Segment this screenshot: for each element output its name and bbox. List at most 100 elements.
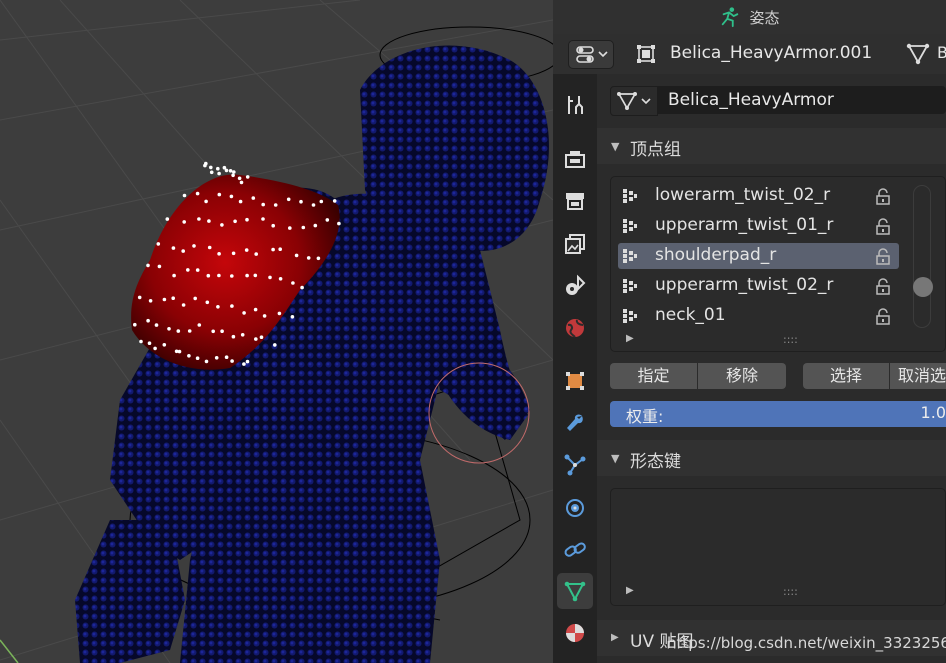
properties-header: Belica_HeavyArmor.001 B [553,34,946,75]
vertex-dot [146,263,150,268]
vertex-dot [156,242,161,246]
select-button[interactable]: 选择 [803,363,889,389]
unlock-icon[interactable] [874,277,892,295]
mesh-data-icon [617,92,651,110]
vertex-dot [254,337,258,341]
vertex-dot [231,334,236,339]
physics-icon [566,499,584,517]
remove-button[interactable]: 移除 [698,363,786,389]
vertex-group-icon [623,219,637,233]
3d-viewport[interactable] [0,0,553,663]
tab-data[interactable] [557,573,593,609]
list-options-arrow-icon[interactable]: ▶ [626,585,634,596]
tab-render[interactable] [557,141,593,177]
vertex-dot [167,327,171,331]
vertex-dot [286,197,291,202]
tab-tool[interactable] [557,87,593,123]
vertex-dot [288,226,292,230]
mesh-name-field[interactable]: Belica_HeavyArmor [657,86,946,114]
editor-type-dropdown[interactable] [568,40,614,69]
vertex-dot [228,169,233,173]
vertex-dot [253,273,258,278]
vertex-dot [273,203,278,207]
vertex-group-name[interactable]: neck_01 [655,305,726,325]
list-scroll-knob[interactable] [913,277,933,297]
tab-output[interactable] [557,183,593,219]
vertex-group-item[interactable]: upperarm_twist_01_r [618,213,899,239]
tab-modifier[interactable] [557,405,593,441]
shape-keys-title: 形态键 [630,452,681,472]
unlock-icon[interactable] [874,187,892,205]
vertex-group-name[interactable]: upperarm_twist_02_r [655,275,833,295]
vertex-dot [214,356,219,360]
list-options-arrow-icon[interactable]: ▶ [626,333,634,344]
vertex-dot [216,166,220,171]
vertex-group-item[interactable]: neck_01 [618,303,899,329]
vertex-dot [220,223,224,227]
render-icon [565,151,585,168]
unlock-icon[interactable] [874,217,892,235]
tab-material[interactable] [557,615,593,651]
tab-particles[interactable] [557,447,593,483]
view-layer-icon [565,234,585,254]
vertex-group-item[interactable]: shoulderpad_r [618,243,899,269]
vertex-group-list[interactable]: lowerarm_twist_02_r upperarm_twist_01_rsh… [610,176,946,352]
tab-world[interactable] [557,310,593,346]
vertex-dot [217,252,221,256]
vertex-groups-panel-header[interactable]: ▼ 顶点组 [597,128,946,164]
vertex-dot [182,193,187,198]
watermark-text: https://blog.csdn.net/weixin_33232568 [667,634,946,652]
list-scrollbar[interactable] [913,185,931,328]
vertex-dot [217,192,222,197]
weight-value: 1.0 [920,403,946,422]
vertex-dot [217,273,221,278]
vertex-dot [157,264,162,269]
vertex-group-name[interactable]: shoulderpad_r [655,245,776,265]
object-name[interactable]: Belica_HeavyArmor.001 [670,43,872,63]
vertex-dot [242,311,246,315]
vertex-dot [240,333,245,337]
vertex-dot [193,296,197,301]
vertex-dot [242,362,246,366]
weight-slider[interactable]: 权重: 1.0 [610,401,946,427]
vertex-dot [146,318,150,323]
vertex-dot [187,329,192,333]
vertex-dot [224,355,229,360]
tab-scene[interactable] [557,268,593,304]
top-header: 姿态 [553,0,946,34]
vertex-group-item[interactable]: upperarm_twist_02_r [618,273,899,299]
object-icon [637,45,655,63]
vertex-dot [237,176,242,181]
assign-button[interactable]: 指定 [610,363,697,389]
list-resize-grip[interactable]: :::: [783,585,798,598]
tab-constraints[interactable] [557,532,593,568]
modifier-icon [567,414,583,431]
vertex-group-item[interactable]: lowerarm_twist_02_r [618,183,899,209]
vertex-group-name[interactable]: lowerarm_twist_02_r [655,185,830,205]
vertex-dot [162,343,167,347]
vertex-dot [251,196,256,200]
vertex-dot [206,273,211,278]
vertex-dot [153,346,157,351]
vertex-dot [278,277,283,281]
vertex-dot [290,315,295,319]
weight-label: 权重: [626,407,664,426]
tab-object[interactable] [557,363,593,399]
deselect-button[interactable]: 取消选 [890,363,946,389]
tab-physics[interactable] [557,490,593,526]
vertex-dot [239,180,244,185]
shape-keys-panel-header[interactable]: ▼ 形态键 [597,440,946,476]
vertex-dot [262,314,267,318]
unlock-icon[interactable] [874,247,892,265]
tab-view-layer[interactable] [557,226,593,262]
object-data-name-truncated[interactable]: B [937,43,946,62]
vertex-dot [319,199,324,204]
vertex-dot [197,217,201,221]
shape-key-list[interactable]: ▶ :::: [610,488,946,606]
mesh-browse-dropdown[interactable] [610,86,658,116]
unlock-icon[interactable] [874,307,892,325]
vertex-group-name[interactable]: upperarm_twist_01_r [655,215,833,235]
editor-type-icon [576,46,608,63]
list-resize-grip[interactable]: :::: [783,333,798,346]
vertex-dot [139,339,143,344]
